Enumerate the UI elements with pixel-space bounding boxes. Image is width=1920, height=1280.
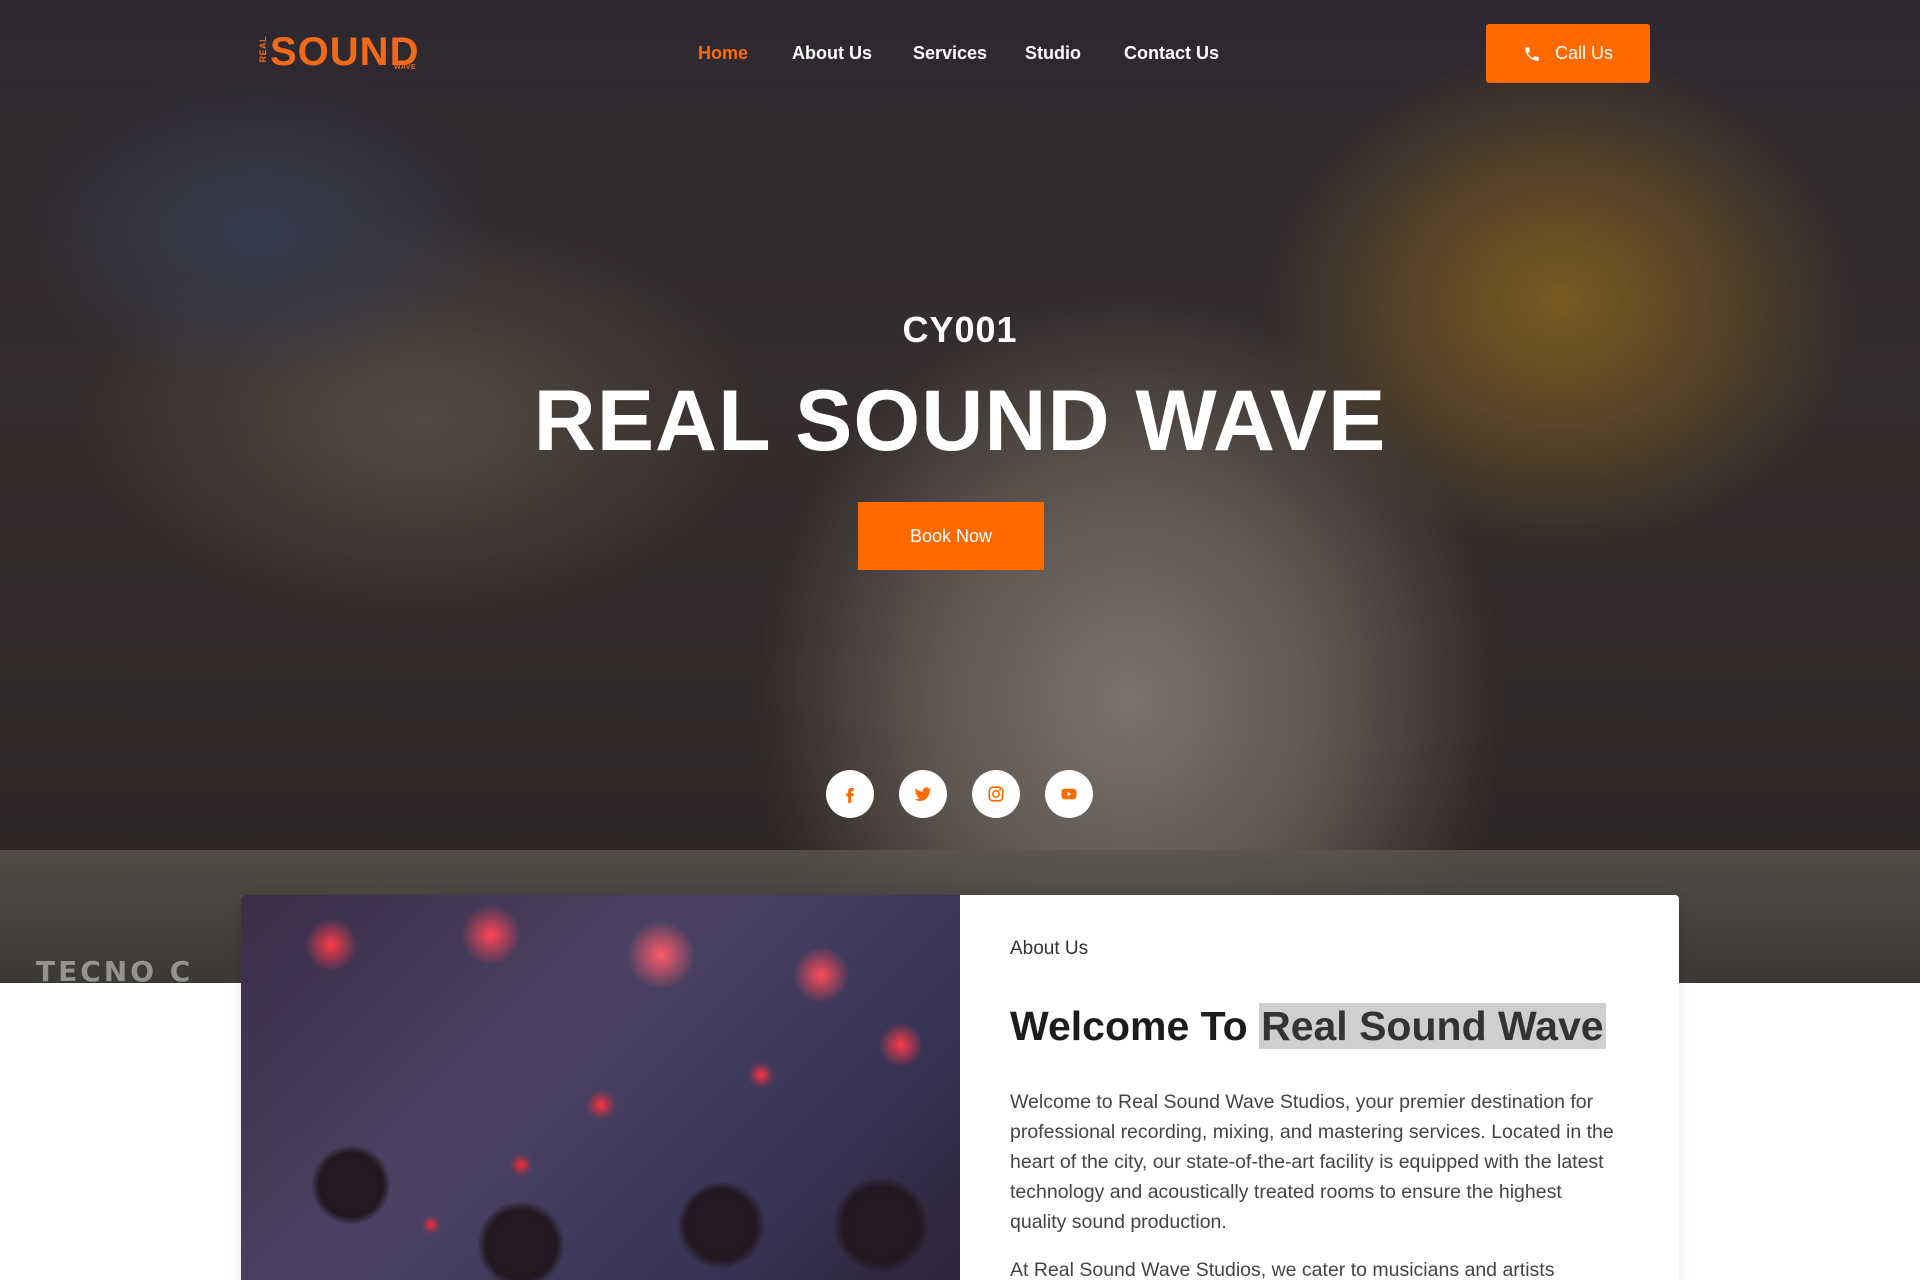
facebook-icon[interactable] <box>826 770 874 818</box>
about-paragraph-2: At Real Sound Wave Studios, we cater to … <box>1010 1259 1555 1280</box>
top-navigation: REAL SOUND WAVE Home About Us Services S… <box>0 0 1920 106</box>
about-heading: Welcome To Real Sound Wave <box>1010 1003 1606 1050</box>
twitter-icon[interactable] <box>899 770 947 818</box>
youtube-icon[interactable] <box>1045 770 1093 818</box>
hero-overlay <box>0 0 1920 983</box>
about-section-label: About Us <box>1010 938 1089 959</box>
instagram-icon[interactable] <box>972 770 1020 818</box>
camera-watermark: TECNO C <box>36 955 194 983</box>
mixer-console-image <box>241 895 960 1280</box>
about-card: About Us Welcome To Real Sound Wave Welc… <box>241 895 1679 1280</box>
site-logo[interactable]: REAL SOUND WAVE <box>258 30 422 76</box>
hero-subtitle: CY001 <box>902 309 1018 350</box>
about-heading-prefix: Welcome To <box>1010 1003 1260 1049</box>
phone-icon <box>1525 46 1539 61</box>
call-us-label: Call Us <box>1554 43 1613 63</box>
book-now-button[interactable]: Book Now <box>858 502 1044 570</box>
nav-studio[interactable]: Studio <box>1025 43 1081 64</box>
social-links <box>826 770 1094 818</box>
call-us-button[interactable]: Call Us <box>1486 24 1650 83</box>
nav-services[interactable]: Services <box>913 43 987 64</box>
about-paragraph-1: Welcome to Real Sound Wave Studios, your… <box>1010 1091 1614 1233</box>
logo-real-text: REAL <box>258 36 268 63</box>
hero-title: REAL SOUND WAVE <box>533 373 1387 469</box>
about-heading-highlight: Real Sound Wave <box>1259 1003 1606 1049</box>
logo-wave-text: WAVE <box>394 64 417 71</box>
nav-about-us[interactable]: About Us <box>792 43 872 64</box>
nav-home[interactable]: Home <box>698 43 748 64</box>
nav-contact-us[interactable]: Contact Us <box>1124 43 1219 64</box>
hero-section: TECNO C CY001 REAL SOUND WAVE Book Now <box>0 0 1920 983</box>
